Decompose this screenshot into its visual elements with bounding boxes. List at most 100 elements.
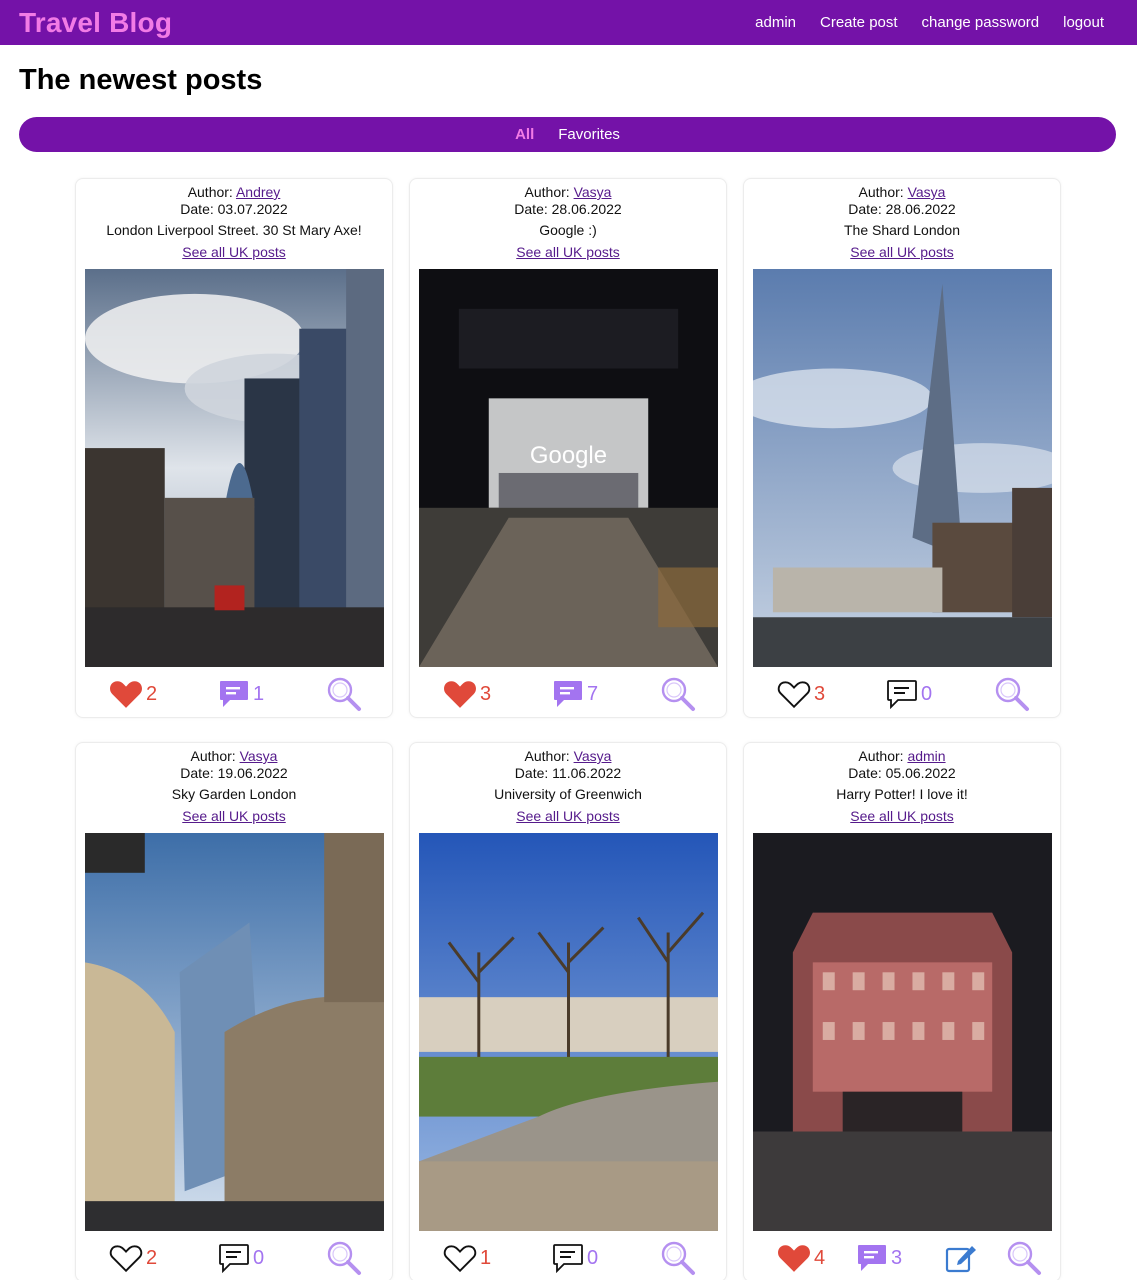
see-all-uk-posts-link[interactable]: See all UK posts — [850, 244, 954, 260]
post-photo[interactable] — [753, 833, 1052, 1231]
see-all-uk-posts-link[interactable]: See all UK posts — [182, 808, 286, 824]
post-date: 03.07.2022 — [217, 201, 288, 217]
view-post-button[interactable] — [660, 1238, 696, 1278]
post-date: 11.06.2022 — [552, 765, 622, 781]
like-button[interactable]: 2 — [109, 674, 157, 714]
view-post-button[interactable] — [660, 674, 696, 714]
view-post-button[interactable] — [326, 1238, 362, 1278]
magnifier-icon — [1006, 1240, 1042, 1276]
like-count: 2 — [146, 1246, 158, 1269]
post-author-row: Author: Andrey — [76, 184, 392, 201]
author-link[interactable]: Vasya — [574, 184, 612, 200]
post-actions: 4 3 — [744, 1238, 1060, 1278]
post-photo[interactable] — [419, 833, 718, 1231]
like-count: 1 — [480, 1246, 492, 1269]
post-date: 05.06.2022 — [885, 765, 956, 781]
like-button[interactable]: 3 — [777, 674, 825, 714]
edit-post-button[interactable] — [944, 1238, 978, 1278]
post-actions: 2 1 — [76, 674, 392, 714]
tab-all[interactable]: All — [515, 126, 534, 143]
view-post-button[interactable] — [326, 674, 362, 714]
see-all-uk-posts-link[interactable]: See all UK posts — [182, 244, 286, 260]
post-date-row: Date: 03.07.2022 — [76, 201, 392, 218]
post-author-row: Author: admin — [744, 748, 1060, 765]
post-meta: Author: Vasya Date: 11.06.2022 Universit… — [410, 743, 726, 825]
post-card: Author: Vasya Date: 19.06.2022 Sky Garde… — [75, 742, 393, 1280]
post-photo[interactable]: Google — [419, 269, 718, 667]
heart-icon — [443, 1243, 477, 1273]
magnifier-icon — [660, 1240, 696, 1276]
view-post-button[interactable] — [1006, 1238, 1042, 1278]
post-photo[interactable] — [753, 269, 1052, 667]
post-date-row: Date: 19.06.2022 — [76, 765, 392, 782]
date-label: Date: — [180, 765, 218, 781]
comments-button[interactable]: 3 — [856, 1238, 902, 1278]
heart-icon — [109, 679, 143, 709]
post-actions: 1 0 — [410, 1238, 726, 1278]
post-card: Author: Vasya Date: 11.06.2022 Universit… — [409, 742, 727, 1280]
post-author-row: Author: Vasya — [410, 748, 726, 765]
like-button[interactable]: 1 — [443, 1238, 491, 1278]
comments-button[interactable]: 1 — [218, 674, 264, 714]
comment-icon — [856, 1243, 888, 1273]
post-caption: The Shard London — [844, 222, 960, 238]
author-link[interactable]: Vasya — [240, 748, 278, 764]
post-caption: University of Greenwich — [494, 786, 642, 802]
like-button[interactable]: 2 — [109, 1238, 157, 1278]
comment-count: 3 — [891, 1246, 903, 1269]
see-all-uk-posts-link[interactable]: See all UK posts — [516, 244, 620, 260]
nav-link-change-password[interactable]: change password — [922, 14, 1040, 31]
nav-links: admin Create post change password logout — [755, 14, 1104, 31]
post-photo[interactable] — [85, 833, 384, 1231]
author-link[interactable]: Andrey — [236, 184, 280, 200]
like-count: 4 — [814, 1246, 826, 1269]
comments-button[interactable]: 0 — [886, 674, 932, 714]
author-link[interactable]: Vasya — [908, 184, 946, 200]
heart-icon — [777, 679, 811, 709]
see-all-uk-posts-link[interactable]: See all UK posts — [516, 808, 620, 824]
nav-link-admin[interactable]: admin — [755, 14, 796, 31]
tab-favorites[interactable]: Favorites — [558, 126, 620, 143]
date-label: Date: — [180, 201, 218, 217]
comment-count: 0 — [921, 682, 933, 705]
see-all-uk-posts-link[interactable]: See all UK posts — [850, 808, 954, 824]
like-button[interactable]: 4 — [777, 1238, 825, 1278]
post-date-row: Date: 28.06.2022 — [744, 201, 1060, 218]
post-author-row: Author: Vasya — [410, 184, 726, 201]
author-link[interactable]: Vasya — [574, 748, 612, 764]
post-photo[interactable] — [85, 269, 384, 667]
comment-count: 0 — [587, 1246, 599, 1269]
magnifier-icon — [326, 676, 362, 712]
nav-link-create-post[interactable]: Create post — [820, 14, 898, 31]
post-meta: Author: Vasya Date: 19.06.2022 Sky Garde… — [76, 743, 392, 825]
post-caption: Sky Garden London — [171, 786, 297, 802]
comment-count: 7 — [587, 682, 599, 705]
comment-icon — [552, 679, 584, 709]
like-button[interactable]: 3 — [443, 674, 491, 714]
author-label: Author: — [858, 748, 908, 764]
comments-button[interactable]: 0 — [552, 1238, 598, 1278]
brand-logo[interactable]: Travel Blog — [19, 7, 172, 39]
comment-icon — [886, 679, 918, 709]
author-label: Author: — [190, 748, 240, 764]
post-card: Author: Vasya Date: 28.06.2022 Google :)… — [409, 178, 727, 718]
heart-icon — [443, 679, 477, 709]
author-link[interactable]: admin — [907, 748, 945, 764]
post-date-row: Date: 28.06.2022 — [410, 201, 726, 218]
post-date: 19.06.2022 — [217, 765, 288, 781]
author-label: Author: — [524, 184, 574, 200]
view-post-button[interactable] — [994, 674, 1030, 714]
post-card: Author: Vasya Date: 28.06.2022 The Shard… — [743, 178, 1061, 718]
date-label: Date: — [848, 765, 886, 781]
magnifier-icon — [326, 1240, 362, 1276]
magnifier-icon — [660, 676, 696, 712]
post-meta: Author: Vasya Date: 28.06.2022 Google :)… — [410, 179, 726, 261]
date-label: Date: — [514, 201, 552, 217]
post-actions: 3 0 — [744, 674, 1060, 714]
like-count: 2 — [146, 682, 158, 705]
author-label: Author: — [524, 748, 574, 764]
post-author-row: Author: Vasya — [76, 748, 392, 765]
nav-link-logout[interactable]: logout — [1063, 14, 1104, 31]
comments-button[interactable]: 0 — [218, 1238, 264, 1278]
comments-button[interactable]: 7 — [552, 674, 598, 714]
